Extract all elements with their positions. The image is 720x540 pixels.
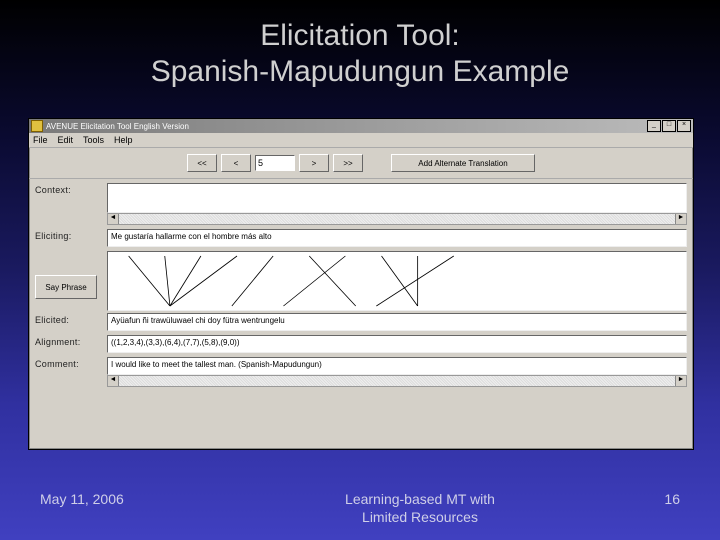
scroll-right-icon[interactable]: ►: [675, 214, 686, 224]
eliciting-row: Eliciting: Me gustaría hallarme con el h…: [35, 229, 687, 247]
minimize-button[interactable]: _: [647, 120, 661, 132]
app-icon: [31, 120, 43, 132]
say-phrase-button[interactable]: Say Phrase: [35, 275, 97, 299]
alignment-field[interactable]: ((1,2,3,4),(3,3),(6,4),(7,7),(5,8),(9,0)…: [107, 335, 687, 353]
elicited-row: Elicited: Ayüafun ñi trawüluwael chi doy…: [35, 313, 687, 331]
comment-scrollbar[interactable]: ◄ ►: [107, 375, 687, 387]
title-line-1: Elicitation Tool:: [151, 18, 570, 54]
alignment-label: Alignment:: [35, 335, 107, 347]
elicited-field[interactable]: Ayüafun ñi trawüluwael chi doy fütra wen…: [107, 313, 687, 331]
close-button[interactable]: ×: [677, 120, 691, 132]
menu-tools[interactable]: Tools: [83, 135, 104, 145]
scroll-left-icon[interactable]: ◄: [108, 376, 119, 386]
context-row: Context: ◄ ►: [35, 183, 687, 225]
menu-edit[interactable]: Edit: [58, 135, 74, 145]
index-input[interactable]: 5: [255, 155, 295, 171]
context-field[interactable]: [107, 183, 687, 213]
last-button[interactable]: >>: [333, 154, 363, 172]
scroll-left-icon[interactable]: ◄: [108, 214, 119, 224]
nav-toolbar: << < 5 > >> Add Alternate Translation: [29, 148, 693, 179]
menu-help[interactable]: Help: [114, 135, 133, 145]
scroll-track[interactable]: [119, 214, 675, 224]
context-label: Context:: [35, 183, 107, 195]
window-title-text: AVENUE Elicitation Tool English Version: [46, 122, 647, 131]
slide-title: Elicitation Tool: Spanish-Mapudungun Exa…: [0, 0, 720, 110]
scroll-right-icon[interactable]: ►: [675, 376, 686, 386]
slide-footer: May 11, 2006 Learning-based MT with Limi…: [0, 491, 720, 526]
comment-label: Comment:: [35, 357, 107, 369]
alignment-visual-row: [35, 251, 687, 311]
first-button[interactable]: <<: [187, 154, 217, 172]
elicited-label: Elicited:: [35, 313, 107, 325]
eliciting-field[interactable]: Me gustaría hallarme con el hombre más a…: [107, 229, 687, 247]
maximize-button[interactable]: □: [662, 120, 676, 132]
alignment-row: Alignment: ((1,2,3,4),(3,3),(6,4),(7,7),…: [35, 335, 687, 353]
add-alternate-translation-button[interactable]: Add Alternate Translation: [391, 154, 535, 172]
menu-file[interactable]: File: [33, 135, 48, 145]
alignment-diagram[interactable]: [107, 251, 687, 311]
eliciting-label: Eliciting:: [35, 229, 107, 241]
comment-row: Comment: I would like to meet the talles…: [35, 357, 687, 387]
window-titlebar[interactable]: AVENUE Elicitation Tool English Version …: [29, 119, 693, 133]
prev-button[interactable]: <: [221, 154, 251, 172]
menu-bar: File Edit Tools Help: [29, 133, 693, 148]
title-line-2: Spanish-Mapudungun Example: [151, 54, 570, 90]
footer-page-number: 16: [620, 491, 680, 507]
scroll-track[interactable]: [119, 376, 675, 386]
footer-title: Learning-based MT with Limited Resources: [220, 491, 620, 526]
context-scrollbar[interactable]: ◄ ►: [107, 213, 687, 225]
comment-field[interactable]: I would like to meet the tallest man. (S…: [107, 357, 687, 375]
elicitation-tool-window: AVENUE Elicitation Tool English Version …: [28, 118, 694, 450]
footer-date: May 11, 2006: [40, 491, 220, 507]
next-button[interactable]: >: [299, 154, 329, 172]
